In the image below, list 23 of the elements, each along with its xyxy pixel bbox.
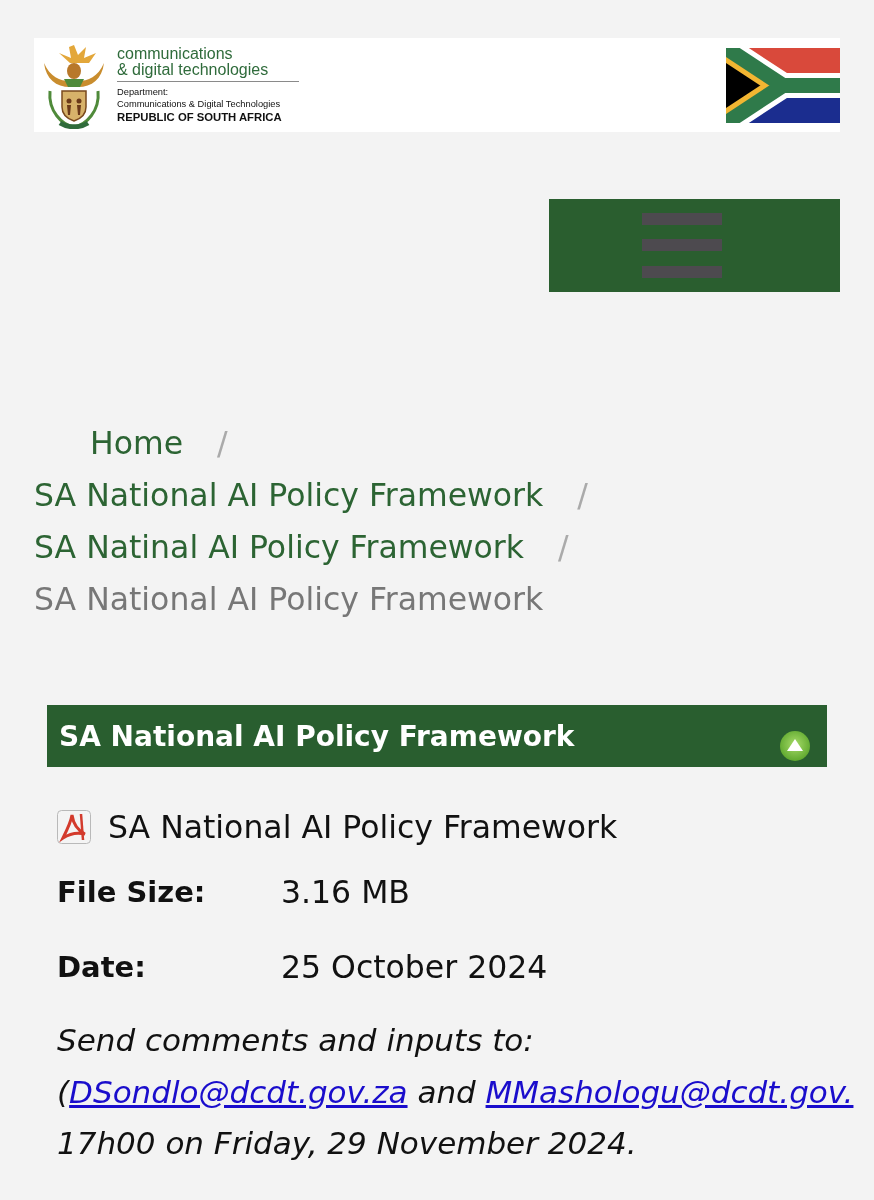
breadcrumb-link[interactable]: SA National AI Policy Framework (34, 469, 544, 521)
pdf-icon (57, 810, 91, 844)
breadcrumb-separator: / (217, 424, 228, 463)
breadcrumb-current: SA National AI Policy Framework (34, 580, 544, 619)
section-header[interactable]: SA National AI Policy Framework (47, 705, 827, 767)
detail-label: File Size: (57, 875, 207, 909)
department-name: Communications & Digital Technologies (117, 98, 282, 110)
logo-title: communications (117, 46, 234, 62)
breadcrumb-link[interactable]: SA Natinal AI Policy Framework (34, 521, 524, 573)
menu-icon (641, 213, 722, 278)
file-link[interactable]: SA National AI Policy Framework (108, 809, 618, 845)
breadcrumb-separator: / (558, 528, 569, 567)
detail-label: Date: (57, 950, 147, 984)
breadcrumb-link[interactable]: Home (90, 417, 184, 469)
department-label: Department: (117, 86, 170, 98)
country-name: REPUBLIC OF SOUTH AFRICA (117, 110, 283, 124)
breadcrumb-separator: / (577, 476, 588, 515)
detail-value: 3.16 MB (281, 874, 410, 910)
section-title: SA National AI Policy Framework (59, 719, 575, 753)
email-link[interactable]: MMashologu@dcdt.gov. (485, 1073, 854, 1110)
detail-value: 25 October 2024 (281, 949, 548, 985)
email-link[interactable]: DSondlo@dcdt.gov.za (69, 1073, 408, 1110)
logo-subtitle: & digital technologies (117, 62, 270, 78)
